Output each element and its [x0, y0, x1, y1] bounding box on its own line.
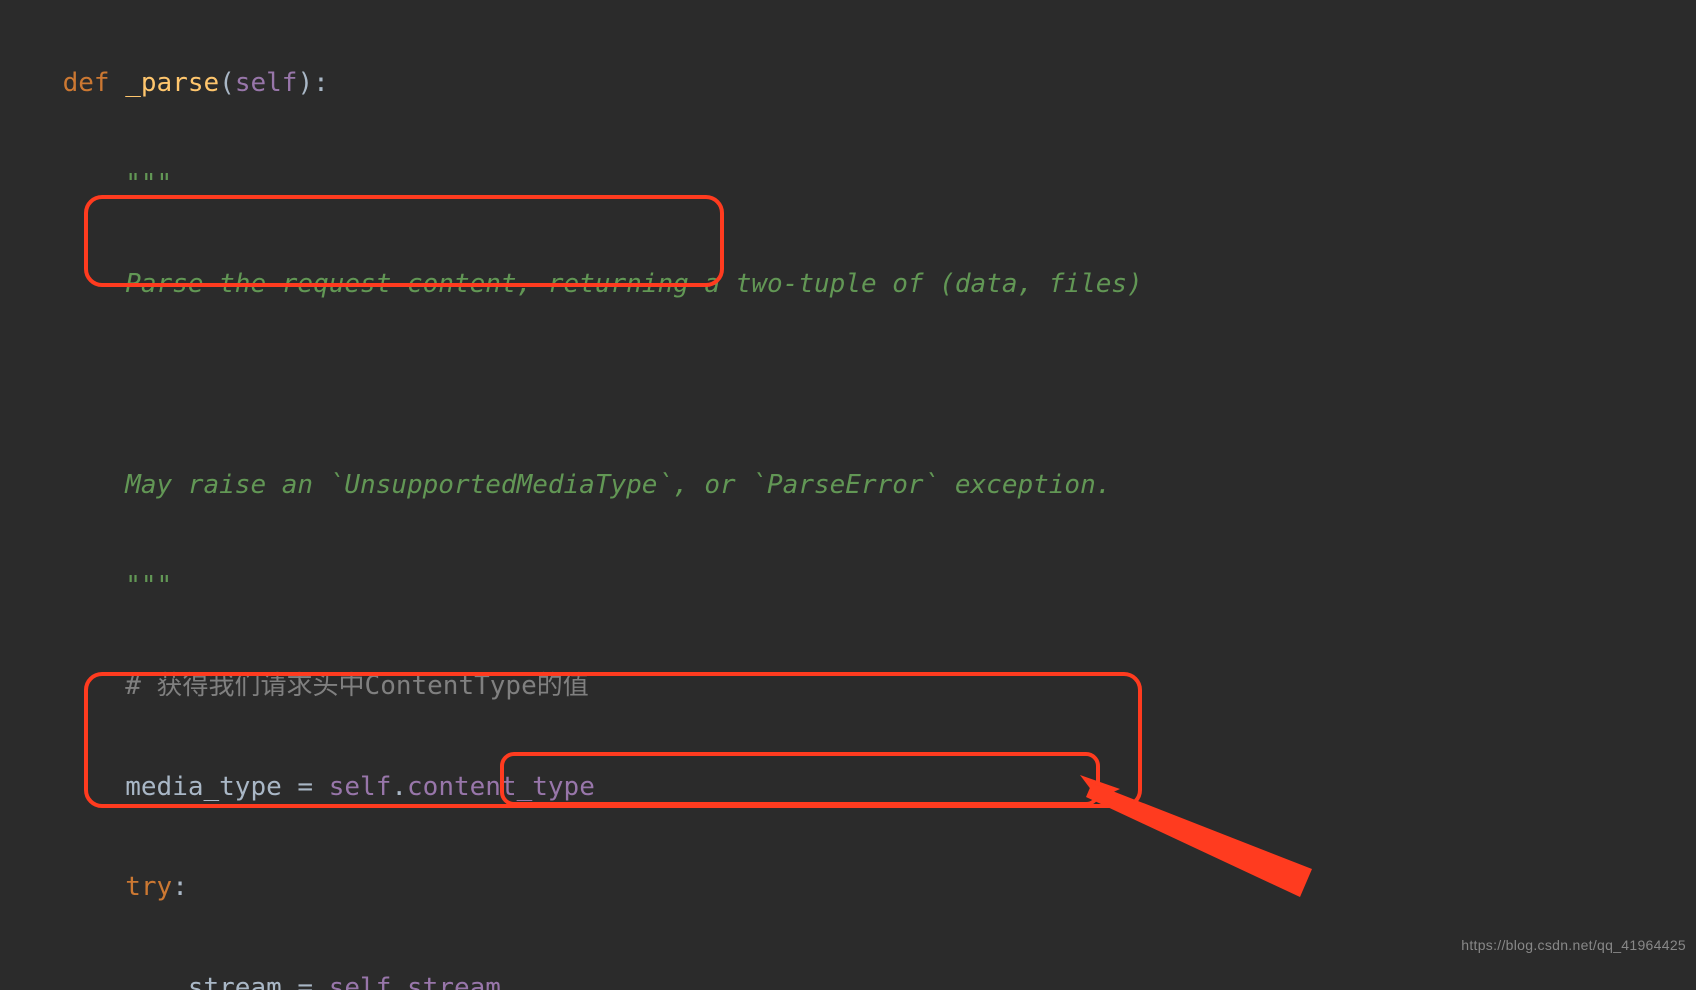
- code-line: """: [0, 570, 1696, 604]
- keyword-def: def: [63, 68, 110, 98]
- code-line: [0, 369, 1696, 403]
- code-line: try:: [0, 871, 1696, 905]
- docstring-quote: """: [125, 571, 172, 601]
- comment: # 获得我们请求头中ContentType的值: [125, 671, 589, 701]
- code-line: stream = self.stream: [0, 972, 1696, 990]
- docstring-quote: """: [125, 169, 172, 199]
- param-self: self: [235, 68, 298, 98]
- property: stream: [407, 973, 501, 990]
- code-line: """: [0, 168, 1696, 202]
- function-name: _parse: [125, 68, 219, 98]
- docstring-text: May raise an `UnsupportedMediaType`, or …: [125, 470, 1111, 500]
- code-line: May raise an `UnsupportedMediaType`, or …: [0, 469, 1696, 503]
- docstring-text: Parse the request content, returning a t…: [125, 269, 1142, 299]
- code-line: media_type = self.content_type: [0, 771, 1696, 805]
- property: content_type: [407, 772, 595, 802]
- code-line: Parse the request content, returning a t…: [0, 268, 1696, 302]
- self-ref: self: [329, 973, 392, 990]
- code-line: def _parse(self):: [0, 67, 1696, 101]
- code-line: # 获得我们请求头中ContentType的值: [0, 670, 1696, 704]
- keyword-try: try: [125, 872, 172, 902]
- watermark-text: https://blog.csdn.net/qq_41964425: [1461, 929, 1686, 963]
- code-editor[interactable]: def _parse(self): """ Parse the request …: [0, 0, 1696, 990]
- self-ref: self: [329, 772, 392, 802]
